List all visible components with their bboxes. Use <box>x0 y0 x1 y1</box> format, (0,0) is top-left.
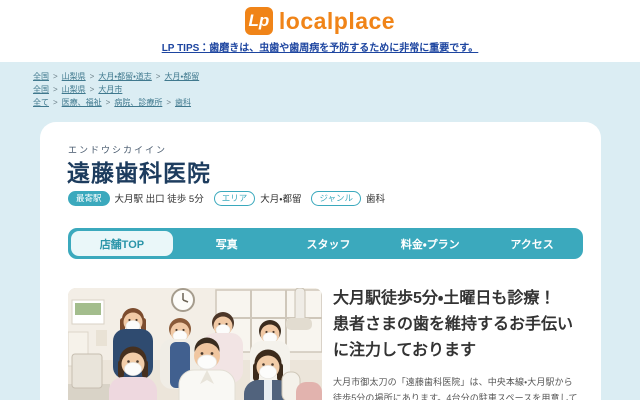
tab-shop-top[interactable]: 店舗TOP <box>71 231 173 256</box>
shop-intro: 大月駅徒歩5分・土曜日も診療！ 患者さまの歯を維持するお手伝い に注力しておりま… <box>333 286 581 400</box>
brand-name: localplace <box>279 8 395 35</box>
site-logo[interactable]: Lp localplace <box>0 0 640 35</box>
lp-tips-link[interactable]: LP TIPS：歯磨きは、虫歯や歯周病を予防するために非常に重要です。 <box>162 43 479 54</box>
shop-headline: 大月駅徒歩5分・土曜日も診療！ 患者さまの歯を維持するお手伝い に注力しておりま… <box>333 286 581 364</box>
area-badge: エリア <box>214 191 256 206</box>
breadcrumb-row-genre: 全て>医療、福祉>病院、診療所>歯科 <box>33 96 199 109</box>
breadcrumb-link[interactable]: 全国 <box>33 72 49 81</box>
tab-staff[interactable]: スタッフ <box>278 228 380 259</box>
breadcrumb-separator: > <box>53 98 58 107</box>
nearest-station-badge: 最寄駅 <box>68 191 110 206</box>
shop-headline-line: 患者さまの歯を維持するお手伝い <box>333 312 581 338</box>
lp-logo-icon: Lp <box>245 7 273 35</box>
breadcrumb-link[interactable]: 全国 <box>33 85 49 94</box>
nearest-station-value: 大月駅 出口 徒歩 5分 <box>115 191 204 205</box>
breadcrumb-separator: > <box>90 72 95 81</box>
genre-badge: ジャンル <box>311 191 361 206</box>
breadcrumb-link[interactable]: 医療、福祉 <box>62 98 102 107</box>
localplace-page: Lp localplace LP TIPS：歯磨きは、虫歯や歯周病を予防するため… <box>0 0 640 400</box>
breadcrumb-link[interactable]: 全て <box>33 98 49 107</box>
site-header: Lp localplace LP TIPS：歯磨きは、虫歯や歯周病を予防するため… <box>0 0 640 62</box>
shop-description: 大月市御太刀の「遠藤歯科医院」は、中央本線・大月駅から徒歩5分の場所にあります。… <box>333 374 581 400</box>
shop-headline-line: 大月駅徒歩5分・土曜日も診療！ <box>333 286 581 312</box>
tips-row: LP TIPS：歯磨きは、虫歯や歯周病を予防するために非常に重要です。 <box>0 38 640 56</box>
shop-name: 遠藤歯科医院 <box>67 154 211 188</box>
breadcrumb-separator: > <box>166 98 171 107</box>
shop-tab-bar: 店舗TOP 写真 スタッフ 料金・プラン アクセス <box>68 228 583 259</box>
breadcrumb-link[interactable]: 山梨県 <box>62 72 86 81</box>
breadcrumb-separator: > <box>90 85 95 94</box>
breadcrumb-row-city: 全国>山梨県>大月市 <box>33 83 199 96</box>
breadcrumb: 全国>山梨県>大月・都留・道志>大月・都留 全国>山梨県>大月市 全て>医療、福… <box>33 70 199 109</box>
breadcrumb-row-region: 全国>山梨県>大月・都留・道志>大月・都留 <box>33 70 199 83</box>
tab-photos[interactable]: 写真 <box>176 228 278 259</box>
shop-headline-line: に注力しております <box>333 338 581 364</box>
breadcrumb-separator: > <box>53 85 58 94</box>
breadcrumb-separator: > <box>106 98 111 107</box>
tab-pricing[interactable]: 料金・プラン <box>379 228 481 259</box>
breadcrumb-link[interactable]: 大月市 <box>98 85 122 94</box>
tab-access[interactable]: アクセス <box>481 228 583 259</box>
clinic-staff-photo <box>68 288 322 400</box>
breadcrumb-link[interactable]: 山梨県 <box>62 85 86 94</box>
area-value: 大月・都留 <box>260 191 301 205</box>
breadcrumb-separator: > <box>53 72 58 81</box>
breadcrumb-link[interactable]: 歯科 <box>175 98 191 107</box>
breadcrumb-separator: > <box>156 72 161 81</box>
breadcrumb-link[interactable]: 病院、診療所 <box>114 98 162 107</box>
shop-card: エンドウシカイイン 遠藤歯科医院 最寄駅 大月駅 出口 徒歩 5分 エリア 大月… <box>40 122 601 400</box>
breadcrumb-link[interactable]: 大月・都留 <box>164 72 199 81</box>
shop-meta-row: 最寄駅 大月駅 出口 徒歩 5分 エリア 大月・都留 ジャンル 歯科 <box>68 191 395 206</box>
genre-value: 歯科 <box>366 191 385 205</box>
breadcrumb-link[interactable]: 大月・都留・道志 <box>98 72 151 81</box>
